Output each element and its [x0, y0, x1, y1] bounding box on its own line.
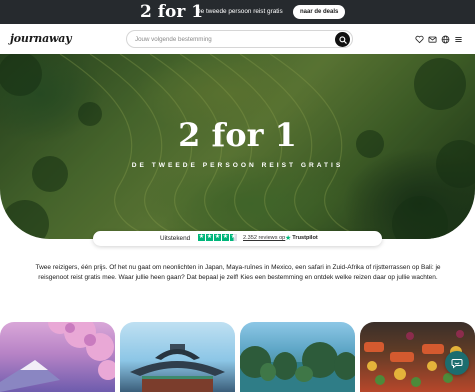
bay-islands-image: [240, 342, 355, 392]
star-icon: ★: [214, 234, 221, 241]
star-half-icon: ★: [230, 234, 237, 241]
deals-button[interactable]: naar de deals: [293, 5, 346, 19]
heart-icon[interactable]: [415, 35, 424, 44]
hero-banner: 2 for 1 DE TWEEDE PERSOON REIST GRATIS: [0, 54, 475, 239]
search-button[interactable]: [335, 32, 350, 47]
promo-bar: 2 for 1 De tweede persoon reist gratis n…: [0, 0, 475, 24]
star-icon: ★: [206, 234, 213, 241]
intro-paragraph: Twee reizigers, één prijs. Of het nu gaa…: [35, 264, 441, 281]
trust-stars: ★ ★ ★ ★ ★: [198, 234, 237, 241]
promo-text: De tweede persoon reist gratis: [196, 8, 283, 15]
globe-icon[interactable]: [441, 35, 450, 44]
menu-icon[interactable]: [454, 35, 463, 44]
search-bar: [126, 30, 353, 48]
trust-reviews-link[interactable]: 2.352 reviews op: [243, 234, 285, 243]
star-icon: ★: [198, 234, 205, 241]
chat-button[interactable]: [445, 351, 469, 375]
hero-title: 2 for 1: [178, 116, 297, 154]
hero-subtitle: DE TWEEDE PERSOON REIST GRATIS: [131, 162, 344, 169]
search-icon: [338, 35, 347, 44]
trustpilot-logo: ★ Trustpilot: [285, 234, 318, 242]
chat-icon: [451, 359, 463, 369]
destination-card[interactable]: [240, 322, 355, 392]
promo-headline: 2 for 1: [140, 2, 204, 22]
trustpilot-widget[interactable]: Uitstekend ★ ★ ★ ★ ★ 2.352 reviews op ★ …: [93, 231, 382, 246]
destination-card[interactable]: [0, 322, 115, 392]
star-icon: ★: [222, 234, 229, 241]
search-input[interactable]: [135, 32, 325, 46]
trustpilot-star-icon: ★: [285, 234, 292, 242]
cherry-blossom-image: [0, 322, 115, 392]
header-icons: [415, 34, 463, 44]
destination-card[interactable]: [120, 322, 235, 392]
trust-rating-label: Uitstekend: [160, 235, 191, 242]
site-header: journaway: [0, 24, 475, 54]
temple-roof-image: [130, 344, 225, 392]
mail-icon[interactable]: [428, 35, 437, 44]
logo[interactable]: journaway: [10, 32, 72, 45]
